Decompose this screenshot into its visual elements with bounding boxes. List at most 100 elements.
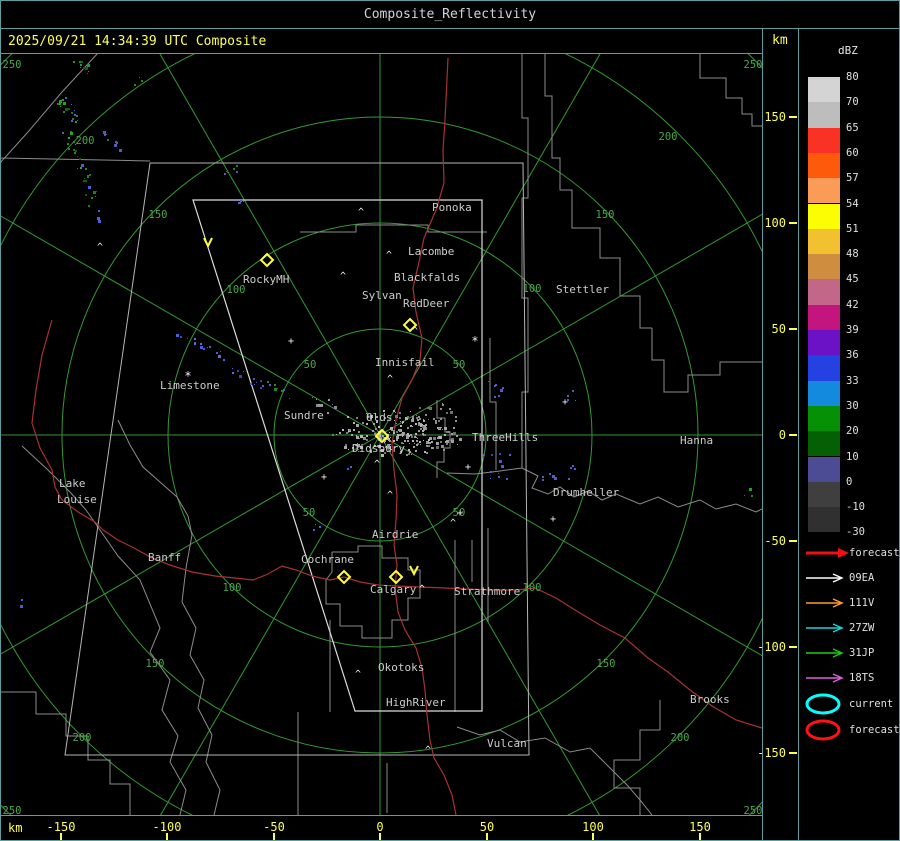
dbz-swatch (808, 431, 840, 457)
dbz-scale-value: 54 (846, 197, 859, 210)
dbz-scale-value: 39 (846, 324, 859, 336)
axis-label: 100 (764, 216, 786, 230)
legend-symbols (805, 548, 849, 741)
town-marker: ^ (355, 669, 361, 680)
town-marker: + (457, 508, 463, 519)
city-label: Lake (59, 477, 86, 490)
city-label: Sylvan (362, 289, 402, 302)
axis-label: -100 (152, 820, 182, 834)
county-boundary (651, 328, 762, 393)
dbz-swatch (808, 330, 840, 356)
dbz-scale-value: 45 (846, 273, 859, 286)
county-boundary (613, 700, 661, 815)
axis-label: 150 (689, 820, 711, 834)
dbz-swatch (808, 178, 840, 204)
ring-distance-label: 200 (659, 131, 678, 143)
ring-distance-label: 50 (304, 359, 317, 371)
legend-label: 18TS (849, 672, 875, 684)
ring-distance-label: 100 (523, 582, 542, 594)
legend-label: 31JP (849, 647, 875, 659)
timestamp: 2025/09/21 14:34:39 UTC Composite (8, 34, 267, 49)
town-marker: + (288, 336, 294, 347)
city-label: Louise (57, 493, 97, 506)
ring-distance-label: 150 (146, 658, 165, 670)
dbz-scale-value: 36 (846, 349, 859, 362)
city-label: ThreeHills (472, 431, 538, 444)
dbz-swatch (808, 481, 840, 508)
dbz-scale-value: 65 (846, 121, 859, 134)
radar-echo-layer (20, 61, 753, 608)
axis-label: 100 (582, 820, 604, 834)
dbz-swatch (808, 507, 840, 533)
dbz-swatch (808, 102, 840, 128)
border-line (0, 815, 762, 816)
dbz-scale-value: -30 (846, 526, 865, 539)
city-label: Banff (148, 551, 181, 564)
dbz-scale-value: 48 (846, 248, 859, 261)
dbz-scale-value: 30 (846, 399, 859, 412)
ring-distance-label: 100 (523, 283, 542, 295)
dbz-swatch (808, 228, 840, 255)
dbz-scale-value: 20 (846, 425, 859, 438)
ring-distance-label: 150 (596, 209, 615, 221)
city-label: Airdrie (372, 528, 418, 541)
dbz-scale-title: dBZ (838, 44, 858, 57)
city-label: RockyMH (243, 273, 289, 286)
ring-distance-label: 250 (3, 59, 22, 71)
dbz-swatch (808, 77, 840, 103)
city-label: Lacombe (408, 245, 454, 258)
county-boundary (489, 338, 497, 470)
city-label: Hanna (680, 434, 713, 447)
dbz-swatch (808, 355, 840, 381)
ring-distance-label: 200 (671, 732, 690, 744)
border-line (0, 53, 762, 54)
map-area: 50 100 150 200 250 50 100 150 200 250 50 100 150 200 2… (1, 53, 763, 815)
city-label: Vulcan (487, 737, 527, 750)
dbz-scale-value: 33 (846, 374, 859, 387)
ring-distance-label: 200 (73, 732, 92, 744)
dbz-scale-value: 51 (846, 222, 859, 235)
axis-label: 0 (376, 820, 384, 834)
border-line (0, 0, 1, 841)
town-marker: * (471, 334, 478, 348)
legend-label: forecast (849, 724, 900, 736)
legend-label: forecast (849, 547, 900, 559)
town-markers: ++++++^^^^^^^^^^^^** (97, 207, 568, 756)
town-marker: + (550, 514, 556, 525)
city-label: Didsbury (352, 442, 405, 455)
town-marker: ^ (387, 374, 393, 385)
ring-distance-label: 200 (76, 135, 95, 147)
km-unit-top: km (772, 33, 788, 48)
town-marker: ^ (340, 271, 346, 282)
axis-label: 150 (764, 110, 786, 124)
dbz-scale-value: 42 (846, 298, 859, 311)
city-label: Blackfalds (394, 271, 460, 284)
town-marker: ^ (358, 207, 364, 218)
dbz-swatch (808, 456, 840, 482)
dbz-swatch (808, 127, 840, 153)
dbz-swatch (808, 405, 840, 432)
city-label: HighRiver (386, 696, 446, 709)
dbz-swatch (808, 254, 840, 280)
county-boundary (300, 224, 487, 233)
city-label: Ponoka (432, 201, 472, 214)
axis-label: -150 (46, 820, 76, 834)
legend-label: current (849, 698, 894, 710)
border-line (0, 0, 900, 1)
coverage-outline (64, 162, 530, 756)
county-boundary (1, 157, 151, 162)
city-label: Okotoks (378, 661, 424, 674)
axis-label: 0 (778, 428, 786, 442)
dbz-swatch (808, 279, 840, 305)
dbz-scale-value: 0 (846, 475, 853, 488)
legend-label: 09EA (849, 572, 875, 584)
city-label: Cochrane (301, 553, 354, 566)
ring-distance-label: 100 (223, 582, 242, 594)
town-marker: + (465, 462, 471, 473)
city-label: RedDeer (403, 297, 450, 310)
dbz-swatch (808, 380, 840, 406)
ring-distance-label: 250 (744, 59, 763, 71)
dbz-scale-value: -10 (846, 501, 865, 514)
city-label: Olds (366, 411, 393, 424)
range-ring (1, 53, 762, 815)
